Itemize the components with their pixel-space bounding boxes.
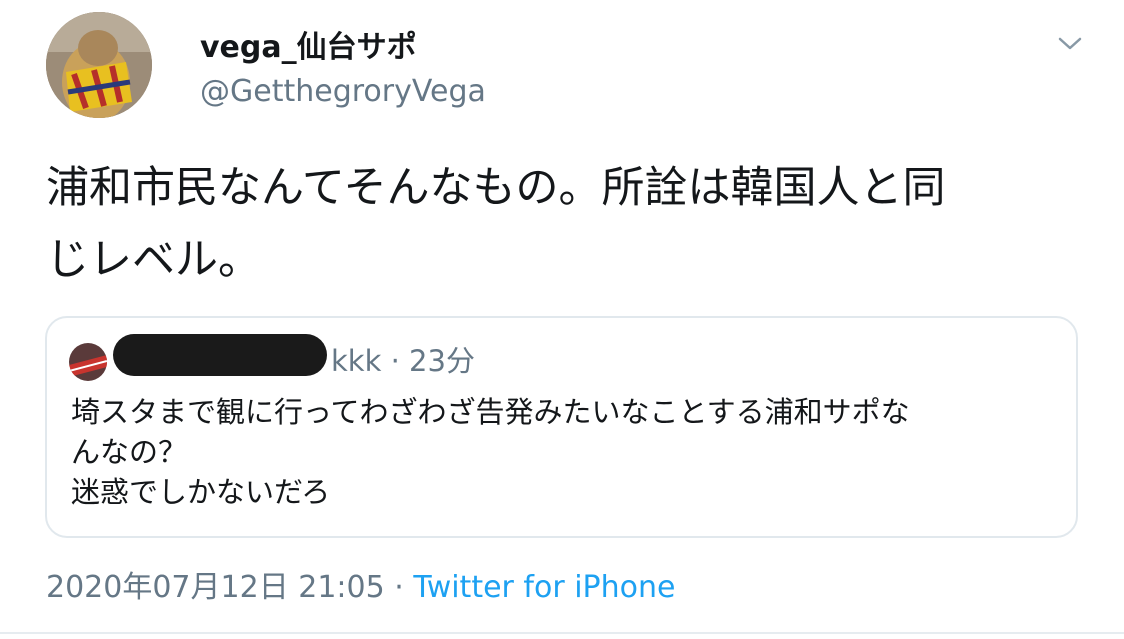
tweet-text-line: じレベル。	[46, 235, 261, 285]
quoted-text: 埼スタまで観に行ってわざわざ告発みたいなことする浦和サポな んなの？ 迷惑でしか…	[71, 392, 910, 512]
tweet-source-link[interactable]: Twitter for iPhone	[413, 570, 675, 605]
tweet-text: 浦和市民なんてそんなもの。所詮は韓国人と同 じレベル。	[46, 152, 1096, 296]
quoted-handle: kkk · 23分	[331, 338, 475, 380]
avatar-image	[46, 12, 152, 118]
redaction-bar	[113, 334, 327, 376]
divider	[0, 632, 1124, 634]
quoted-tweet-card[interactable]: kkk · 23分 埼スタまで観に行ってわざわざ告発みたいなことする浦和サポな …	[45, 316, 1078, 538]
quoted-avatar	[69, 343, 107, 381]
chevron-down-icon[interactable]	[1056, 34, 1084, 54]
quoted-text-line: 埼スタまで観に行ってわざわざ告発みたいなことする浦和サポな	[71, 395, 910, 429]
tweet-text-line: 浦和市民なんてそんなもの。所詮は韓国人と同	[46, 163, 946, 213]
tweet-meta: 2020年07月12日 21:05 · Twitter for iPhone	[46, 562, 675, 606]
quoted-text-line: 迷惑でしかないだろ	[71, 475, 331, 509]
meta-separator: ·	[394, 570, 404, 605]
quoted-text-line: んなの？	[71, 435, 188, 469]
author-display-name[interactable]: vega_仙台サポ	[200, 22, 417, 66]
quoted-handle-visible: kkk	[331, 344, 382, 378]
tweet-timestamp[interactable]: 2020年07月12日 21:05	[46, 570, 385, 605]
quoted-separator: ·	[390, 344, 400, 378]
quoted-time: 23分	[409, 344, 475, 378]
author-handle[interactable]: @GetthegroryVega	[200, 74, 486, 109]
author-avatar[interactable]	[46, 12, 152, 118]
